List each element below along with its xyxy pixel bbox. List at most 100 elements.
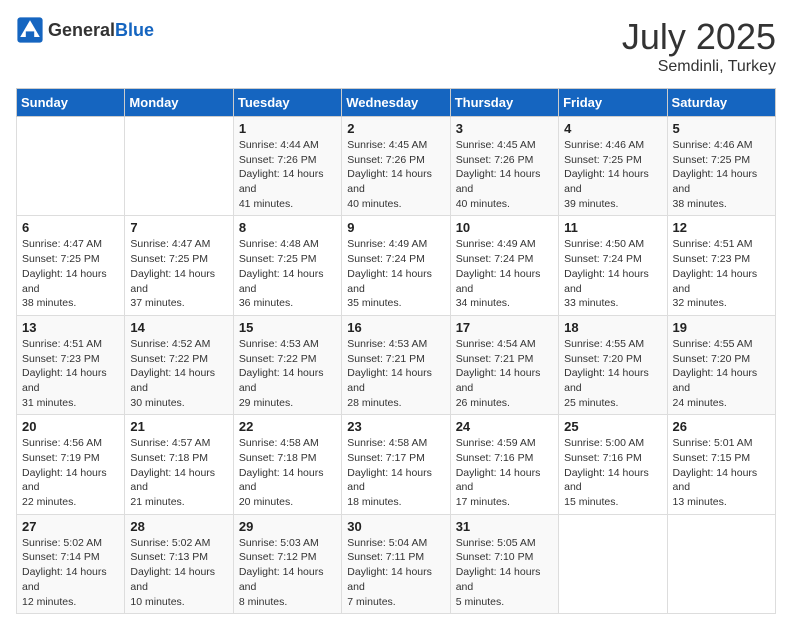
page-header: GeneralBlue July 2025 Semdinli, Turkey <box>16 16 776 76</box>
day-info: Sunrise: 5:02 AMSunset: 7:13 PMDaylight:… <box>130 536 227 609</box>
day-number: 11 <box>564 220 661 235</box>
day-header-wednesday: Wednesday <box>342 89 450 117</box>
day-number: 27 <box>22 519 119 534</box>
month-title: July 2025 <box>622 16 776 58</box>
day-header-friday: Friday <box>559 89 667 117</box>
calendar-cell: 28Sunrise: 5:02 AMSunset: 7:13 PMDayligh… <box>125 514 233 613</box>
day-header-thursday: Thursday <box>450 89 558 117</box>
day-info: Sunrise: 4:55 AMSunset: 7:20 PMDaylight:… <box>673 337 770 410</box>
calendar-cell: 3 Sunrise: 4:45 AMSunset: 7:26 PMDaylight… <box>450 117 558 216</box>
day-info: Sunrise: 4:46 AMSunset: 7:25 PMDaylight:… <box>673 138 770 211</box>
day-number: 19 <box>673 320 770 335</box>
day-number: 2 <box>347 121 444 136</box>
calendar-cell: 27 Sunrise: 5:02 AMSunset: 7:14 PMDayligh… <box>17 514 125 613</box>
calendar-cell: 6 Sunrise: 4:47 AMSunset: 7:25 PMDaylight… <box>17 216 125 315</box>
calendar-cell <box>667 514 775 613</box>
day-number: 3 <box>456 121 553 136</box>
day-number: 18 <box>564 320 661 335</box>
day-info: Sunrise: 5:03 AMSunset: 7:12 PMDaylight:… <box>239 536 336 609</box>
logo-general: General <box>48 20 115 40</box>
day-number: 6 <box>22 220 119 235</box>
day-info: Sunrise: 4:57 AMSunset: 7:18 PMDaylight:… <box>130 436 227 509</box>
day-number: 15 <box>239 320 336 335</box>
day-number: 21 <box>130 419 227 434</box>
day-info: Sunrise: 4:55 AMSunset: 7:20 PMDaylight:… <box>564 337 661 410</box>
day-info: Sunrise: 4:52 AMSunset: 7:22 PMDaylight:… <box>130 337 227 410</box>
day-number: 23 <box>347 419 444 434</box>
day-number: 9 <box>347 220 444 235</box>
day-info: Sunrise: 4:48 AMSunset: 7:25 PMDaylight:… <box>239 237 336 310</box>
calendar-cell: 25Sunrise: 5:00 AMSunset: 7:16 PMDayligh… <box>559 415 667 514</box>
logo: GeneralBlue <box>16 16 154 44</box>
day-number: 26 <box>673 419 770 434</box>
week-row-1: 1 Sunrise: 4:44 AMSunset: 7:26 PMDaylight… <box>17 117 776 216</box>
day-info: Sunrise: 4:47 AMSunset: 7:25 PMDaylight:… <box>130 237 227 310</box>
day-info: Sunrise: 4:53 AMSunset: 7:21 PMDaylight:… <box>347 337 444 410</box>
day-info: Sunrise: 4:54 AMSunset: 7:21 PMDaylight:… <box>456 337 553 410</box>
calendar-cell: 29 Sunrise: 5:03 AMSunset: 7:12 PMDayligh… <box>233 514 341 613</box>
day-number: 8 <box>239 220 336 235</box>
day-number: 5 <box>673 121 770 136</box>
calendar-cell <box>559 514 667 613</box>
day-info: Sunrise: 4:53 AMSunset: 7:22 PMDaylight:… <box>239 337 336 410</box>
day-info: Sunrise: 4:49 AMSunset: 7:24 PMDaylight:… <box>347 237 444 310</box>
day-number: 29 <box>239 519 336 534</box>
calendar-cell: 30 Sunrise: 5:04 AMSunset: 7:11 PMDayligh… <box>342 514 450 613</box>
day-info: Sunrise: 5:04 AMSunset: 7:11 PMDaylight:… <box>347 536 444 609</box>
calendar-table: SundayMondayTuesdayWednesdayThursdayFrid… <box>16 88 776 614</box>
calendar-cell: 1 Sunrise: 4:44 AMSunset: 7:26 PMDaylight… <box>233 117 341 216</box>
day-number: 30 <box>347 519 444 534</box>
calendar-cell: 13 Sunrise: 4:51 AMSunset: 7:23 PMDayligh… <box>17 315 125 414</box>
title-section: July 2025 Semdinli, Turkey <box>622 16 776 76</box>
day-info: Sunrise: 4:59 AMSunset: 7:16 PMDaylight:… <box>456 436 553 509</box>
calendar-cell: 18 Sunrise: 4:55 AMSunset: 7:20 PMDayligh… <box>559 315 667 414</box>
day-number: 17 <box>456 320 553 335</box>
day-info: Sunrise: 4:45 AMSunset: 7:26 PMDaylight:… <box>456 138 553 211</box>
day-number: 16 <box>347 320 444 335</box>
calendar-cell: 8 Sunrise: 4:48 AMSunset: 7:25 PMDaylight… <box>233 216 341 315</box>
day-number: 31 <box>456 519 553 534</box>
day-number: 10 <box>456 220 553 235</box>
day-header-saturday: Saturday <box>667 89 775 117</box>
calendar-cell: 22Sunrise: 4:58 AMSunset: 7:18 PMDayligh… <box>233 415 341 514</box>
calendar-cell: 21 Sunrise: 4:57 AMSunset: 7:18 PMDayligh… <box>125 415 233 514</box>
calendar-cell: 31 Sunrise: 5:05 AMSunset: 7:10 PMDayligh… <box>450 514 558 613</box>
logo-wordmark: GeneralBlue <box>48 20 154 41</box>
day-info: Sunrise: 5:00 AMSunset: 7:16 PMDaylight:… <box>564 436 661 509</box>
week-row-3: 13 Sunrise: 4:51 AMSunset: 7:23 PMDayligh… <box>17 315 776 414</box>
calendar-cell: 26Sunrise: 5:01 AMSunset: 7:15 PMDayligh… <box>667 415 775 514</box>
calendar-cell: 24Sunrise: 4:59 AMSunset: 7:16 PMDayligh… <box>450 415 558 514</box>
calendar-cell <box>17 117 125 216</box>
day-info: Sunrise: 5:02 AMSunset: 7:14 PMDaylight:… <box>22 536 119 609</box>
week-row-4: 20Sunrise: 4:56 AMSunset: 7:19 PMDayligh… <box>17 415 776 514</box>
day-number: 1 <box>239 121 336 136</box>
calendar-cell: 5 Sunrise: 4:46 AMSunset: 7:25 PMDaylight… <box>667 117 775 216</box>
day-info: Sunrise: 4:49 AMSunset: 7:24 PMDaylight:… <box>456 237 553 310</box>
day-number: 12 <box>673 220 770 235</box>
calendar-cell: 20Sunrise: 4:56 AMSunset: 7:19 PMDayligh… <box>17 415 125 514</box>
day-info: Sunrise: 5:05 AMSunset: 7:10 PMDaylight:… <box>456 536 553 609</box>
day-number: 7 <box>130 220 227 235</box>
calendar-header-row: SundayMondayTuesdayWednesdayThursdayFrid… <box>17 89 776 117</box>
calendar-cell: 12Sunrise: 4:51 AMSunset: 7:23 PMDayligh… <box>667 216 775 315</box>
calendar-cell: 11 Sunrise: 4:50 AMSunset: 7:24 PMDayligh… <box>559 216 667 315</box>
day-info: Sunrise: 4:50 AMSunset: 7:24 PMDaylight:… <box>564 237 661 310</box>
day-info: Sunrise: 4:44 AMSunset: 7:26 PMDaylight:… <box>239 138 336 211</box>
calendar-cell <box>125 117 233 216</box>
calendar-cell: 16 Sunrise: 4:53 AMSunset: 7:21 PMDayligh… <box>342 315 450 414</box>
day-info: Sunrise: 4:47 AMSunset: 7:25 PMDaylight:… <box>22 237 119 310</box>
location-title: Semdinli, Turkey <box>622 58 776 76</box>
logo-blue: Blue <box>115 20 154 40</box>
day-info: Sunrise: 4:46 AMSunset: 7:25 PMDaylight:… <box>564 138 661 211</box>
calendar-cell: 23Sunrise: 4:58 AMSunset: 7:17 PMDayligh… <box>342 415 450 514</box>
calendar-cell: 19 Sunrise: 4:55 AMSunset: 7:20 PMDayligh… <box>667 315 775 414</box>
day-info: Sunrise: 4:56 AMSunset: 7:19 PMDaylight:… <box>22 436 119 509</box>
week-row-5: 27 Sunrise: 5:02 AMSunset: 7:14 PMDayligh… <box>17 514 776 613</box>
day-number: 4 <box>564 121 661 136</box>
day-header-sunday: Sunday <box>17 89 125 117</box>
day-number: 13 <box>22 320 119 335</box>
calendar-cell: 17 Sunrise: 4:54 AMSunset: 7:21 PMDayligh… <box>450 315 558 414</box>
day-info: Sunrise: 4:51 AMSunset: 7:23 PMDaylight:… <box>22 337 119 410</box>
calendar-cell: 7 Sunrise: 4:47 AMSunset: 7:25 PMDaylight… <box>125 216 233 315</box>
day-info: Sunrise: 4:45 AMSunset: 7:26 PMDaylight:… <box>347 138 444 211</box>
